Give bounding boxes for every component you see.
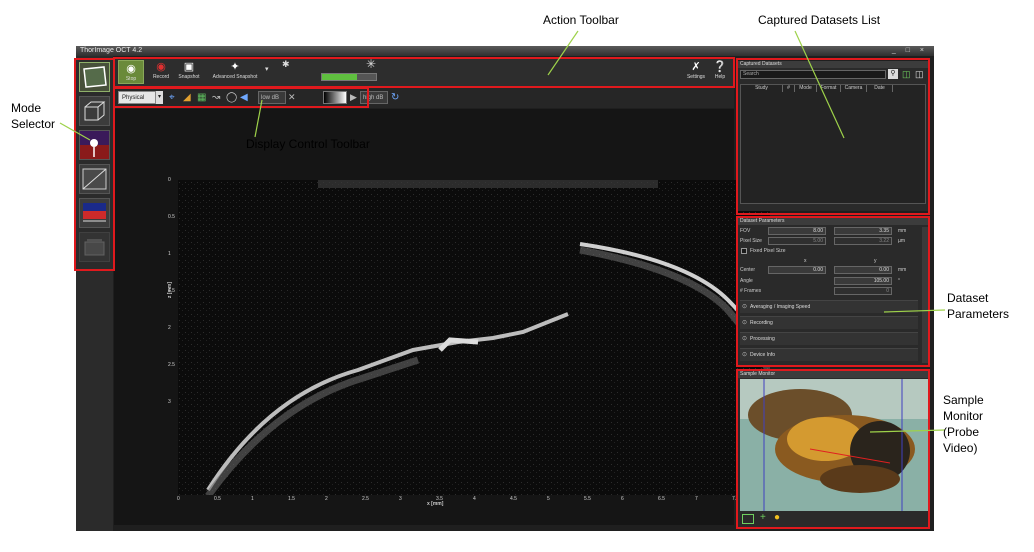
y-tick-label: 0 <box>168 177 171 183</box>
x-tick-label: 7 <box>695 496 698 502</box>
callout-dataset-parameters-line2: Parameters <box>947 307 1010 321</box>
window-title: ThorImage OCT 4.2 <box>80 47 143 54</box>
callout-sample-monitor-line2: Monitor <box>943 409 984 423</box>
callout-sample-monitor-line4: Video) <box>943 441 978 455</box>
y-tick-label: 1.5 <box>168 288 175 294</box>
y-tick-label: 2 <box>168 325 171 331</box>
x-tick-label: 5.5 <box>584 496 591 502</box>
x-tick-label: 4.5 <box>510 496 517 502</box>
oct-image-view[interactable]: z [mm] x [mm] 0 0.5 1 1.5 2 2.5 3 0 0.5 1 1.5 2 2.5… <box>114 109 772 525</box>
x-tick-label: 4 <box>473 496 476 502</box>
captured-datasets-highlight <box>736 58 930 215</box>
refresh-icon[interactable]: ↻ <box>391 91 399 104</box>
dataset-parameters-highlight <box>736 216 930 367</box>
sample-monitor-highlight <box>736 369 930 529</box>
callout-action-toolbar: Action Toolbar <box>543 13 619 27</box>
callout-dataset-parameters-line1: Dataset <box>947 291 989 305</box>
display-control-highlight <box>113 87 369 108</box>
callout-mode-selector-line1: Mode <box>11 101 42 115</box>
oct-b-scan-image[interactable] <box>178 180 772 499</box>
x-tick-label: 1.5 <box>288 496 295 502</box>
x-tick-label: 3.5 <box>436 496 443 502</box>
x-tick-label: 0 <box>177 496 180 502</box>
x-tick-label: 6 <box>621 496 624 502</box>
y-tick-label: 1 <box>168 251 171 257</box>
y-tick-label: 2.5 <box>168 362 175 368</box>
callout-mode-selector-line2: Selector <box>11 117 56 131</box>
callout-dataset-parameters: Dataset Parameters <box>947 290 1009 322</box>
callout-sample-monitor: Sample Monitor (Probe Video) <box>943 392 984 456</box>
x-tick-label: 5 <box>547 496 550 502</box>
x-tick-label: 2 <box>325 496 328 502</box>
x-tick-label: 2.5 <box>362 496 369 502</box>
x-tick-label: 1 <box>251 496 254 502</box>
b-scan-svg <box>178 180 772 499</box>
callout-mode-selector: Mode Selector <box>11 100 55 132</box>
callout-captured-datasets: Captured Datasets List <box>758 13 881 27</box>
action-toolbar-highlight <box>113 57 735 88</box>
y-tick-label: 0.5 <box>168 214 175 220</box>
mode-selector-highlight <box>74 58 115 271</box>
annotated-screenshot: ThorImage OCT 4.2 _ □ × ◉ Stop ◉ Record … <box>0 0 1034 552</box>
x-tick-label: 0.5 <box>214 496 221 502</box>
callout-sample-monitor-line3: (Probe <box>943 425 980 439</box>
y-tick-label: 3 <box>168 399 171 405</box>
callout-display-control: Display Control Toolbar <box>246 137 370 151</box>
title-bar: ThorImage OCT 4.2 _ □ × <box>76 46 934 56</box>
callout-sample-monitor-line1: Sample <box>943 393 984 407</box>
window-controls[interactable]: _ □ × <box>892 46 928 56</box>
x-tick-label: 3 <box>399 496 402 502</box>
x-tick-label: 6.5 <box>658 496 665 502</box>
